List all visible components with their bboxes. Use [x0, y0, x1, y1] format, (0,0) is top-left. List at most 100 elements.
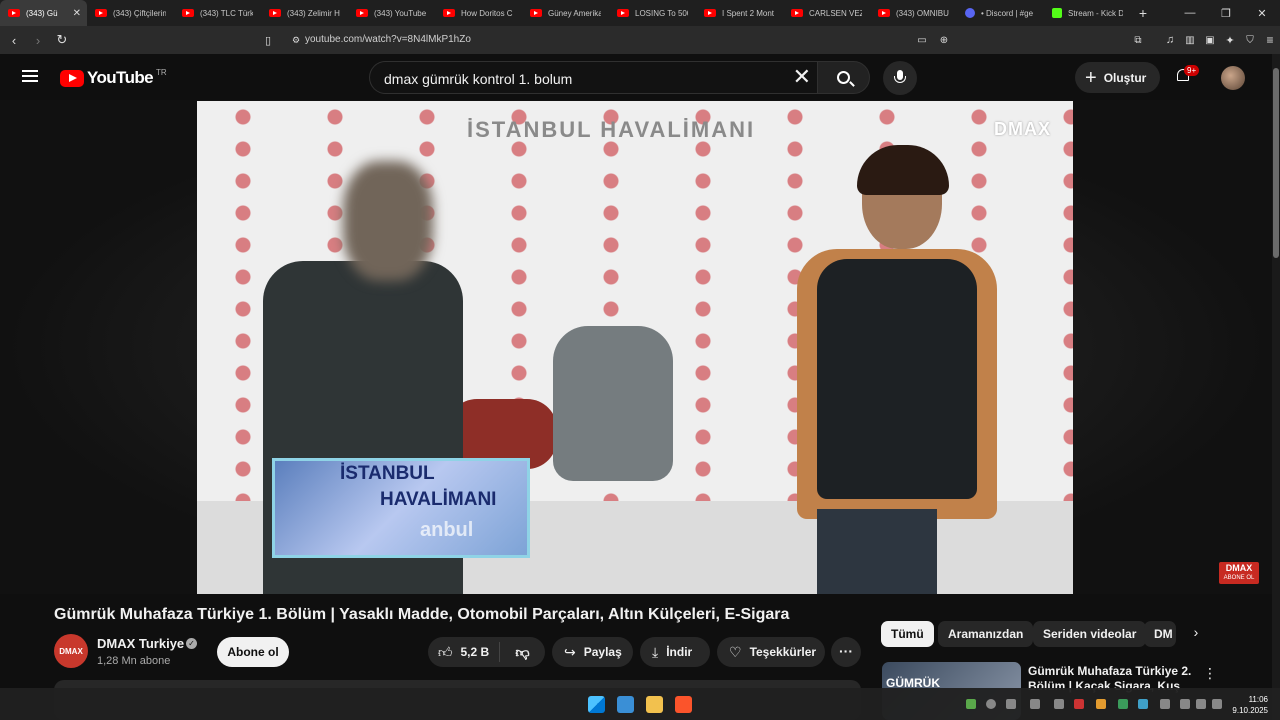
tray-app-icon[interactable] [1054, 699, 1064, 709]
subscribe-button[interactable]: Abone ol [217, 637, 289, 667]
channel-subscribe-watermark[interactable]: DMAX ABONE OL [1219, 562, 1259, 584]
tray-app-icon[interactable] [986, 699, 996, 709]
like-button[interactable]: 👍︎ 5,2 B [428, 642, 500, 662]
forward-icon[interactable]: › [28, 30, 48, 50]
windows-taskbar [0, 688, 1280, 720]
user-avatar[interactable] [1221, 66, 1245, 90]
browser-tab[interactable]: How Doritos C [435, 0, 522, 26]
youtube-favicon-icon [791, 9, 803, 17]
new-tab-button[interactable]: + [1131, 5, 1155, 21]
brave-browser-icon[interactable] [675, 696, 692, 713]
browser-tab[interactable]: • Discord | #ge [957, 0, 1044, 26]
widgets-icon[interactable] [617, 696, 634, 713]
search-query[interactable]: dmax gümrük kontrol 1. bolum [384, 71, 572, 87]
tray-app-icon[interactable] [1096, 699, 1106, 709]
download-icon: ⤓ [652, 643, 659, 660]
close-tab-icon[interactable]: ✕ [73, 8, 81, 19]
chip-dmax[interactable]: DM [1144, 621, 1176, 647]
tray-app-icon[interactable] [1138, 699, 1148, 709]
youtube-favicon-icon [95, 9, 107, 17]
minimize-icon[interactable]: — [1172, 0, 1208, 26]
share-arrow-icon: ↪ [564, 643, 576, 660]
chevron-right-icon[interactable]: › [1186, 624, 1206, 644]
kick-icon [1052, 8, 1062, 18]
tray-app-icon[interactable] [1160, 699, 1170, 709]
browser-tab[interactable]: (343) TLC Türkiy [174, 0, 261, 26]
dislike-button[interactable]: 👎︎ [500, 644, 545, 661]
browser-tab-strip: (343) Gü ✕ (343) Çiftçilerin (343) TLC Tü… [0, 0, 1280, 26]
network-icon[interactable] [1180, 699, 1190, 709]
voice-search-button[interactable] [883, 61, 917, 95]
tray-app-icon[interactable] [1118, 699, 1128, 709]
chip-series-videos[interactable]: Seriden videolar [1033, 621, 1147, 647]
plus-icon: + [1085, 66, 1097, 89]
more-actions-button[interactable]: ··· [831, 637, 861, 667]
verified-check-icon: ✓ [186, 638, 197, 649]
browser-tab[interactable]: (343) Zelimir H [261, 0, 348, 26]
youtube-favicon-icon [443, 9, 455, 17]
chip-from-search[interactable]: Aramanızdan [938, 621, 1034, 647]
scrollbar-thumb[interactable] [1273, 68, 1279, 258]
hamburger-menu-icon[interactable] [22, 70, 38, 82]
create-button[interactable]: + Oluştur [1075, 62, 1160, 93]
search-button[interactable] [817, 61, 870, 94]
chip-all[interactable]: Tümü [881, 621, 934, 647]
reload-icon[interactable]: ↻ [52, 30, 72, 50]
tray-chevron-icon[interactable] [1030, 699, 1040, 709]
browser-tab[interactable]: (343) OMNIBUS [870, 0, 957, 26]
system-clock[interactable]: 11:06 9.10.2025 [1230, 694, 1268, 716]
notifications-button[interactable]: 9+ [1175, 65, 1200, 84]
battery-icon[interactable] [1212, 699, 1222, 709]
channel-avatar[interactable]: DMAX [54, 634, 88, 668]
youtube-favicon-icon [704, 9, 716, 17]
browser-tab[interactable]: LOSING To 500 [609, 0, 696, 26]
tray-nvidia-icon[interactable] [966, 699, 976, 709]
zoom-icon[interactable]: ⊕ [934, 30, 954, 50]
grey-backpack [553, 326, 673, 481]
back-icon[interactable]: ‹ [4, 30, 24, 50]
tray-app-icon[interactable] [1074, 699, 1084, 709]
browser-tab[interactable]: Stream - Kick D [1044, 0, 1131, 26]
music-icon[interactable]: ♫ [1160, 30, 1180, 50]
restore-icon[interactable]: ❐ [1208, 0, 1244, 26]
more-vert-icon[interactable]: ⋮ [1203, 665, 1217, 682]
notification-badge: 9+ [1184, 65, 1200, 76]
browser-tab[interactable]: CARLSEN VEZİ [783, 0, 870, 26]
thumbs-up-icon: 👍︎ [437, 643, 453, 660]
browser-tab[interactable]: I Spent 2 Mont [696, 0, 783, 26]
heart-dollar-icon: ♡ [729, 643, 742, 660]
browser-tab[interactable]: (343) YouTube [348, 0, 435, 26]
share-icon[interactable]: ⧉ [1128, 30, 1148, 50]
sidebar-icon[interactable]: ▥ [1180, 30, 1200, 50]
wallet-icon[interactable]: ▣ [1200, 30, 1220, 50]
download-button[interactable]: ⤓ İndir [640, 637, 710, 667]
channel-name[interactable]: DMAX Turkiye [97, 636, 184, 651]
ai-sparkle-icon[interactable]: ✦ [1220, 30, 1240, 50]
tray-steam-icon[interactable] [1006, 699, 1016, 709]
url-field[interactable]: youtube.com/watch?v=8N4lMkP1hZo [305, 34, 471, 45]
search-input[interactable]: dmax gümrük kontrol 1. bolum ✕ [369, 61, 817, 94]
close-window-icon[interactable]: ✕ [1244, 0, 1280, 26]
browser-tab[interactable]: (343) Çiftçilerin [87, 0, 174, 26]
bookmark-icon[interactable]: ▯ [258, 30, 278, 50]
volume-icon[interactable] [1196, 699, 1206, 709]
youtube-logo[interactable]: YouTube TR [60, 68, 167, 88]
share-button[interactable]: ↪ Paylaş [552, 637, 633, 667]
customs-officer [777, 145, 1007, 594]
youtube-favicon-icon [182, 9, 194, 17]
youtube-play-icon [60, 69, 84, 87]
youtube-favicon-icon [617, 9, 629, 17]
page-scrollbar[interactable] [1272, 54, 1280, 720]
site-info-icon[interactable]: ⚙ [286, 30, 306, 50]
file-explorer-icon[interactable] [646, 696, 663, 713]
browser-tab[interactable]: (343) Gü ✕ [0, 0, 87, 26]
video-player[interactable]: İSTANBUL HAVALİMANI DMAX İSTANBUL HAVALİ… [197, 101, 1073, 594]
shield-icon[interactable]: ⛉ [1240, 30, 1260, 50]
cast-icon[interactable]: ▭ [912, 30, 932, 50]
discord-icon [965, 8, 975, 18]
thanks-button[interactable]: ♡ Teşekkürler [717, 637, 825, 667]
browser-tab[interactable]: Güney Amerika [522, 0, 609, 26]
clear-search-icon[interactable]: ✕ [793, 66, 811, 88]
start-menu-icon[interactable] [588, 696, 605, 713]
menu-icon[interactable]: ≡ [1260, 30, 1280, 50]
